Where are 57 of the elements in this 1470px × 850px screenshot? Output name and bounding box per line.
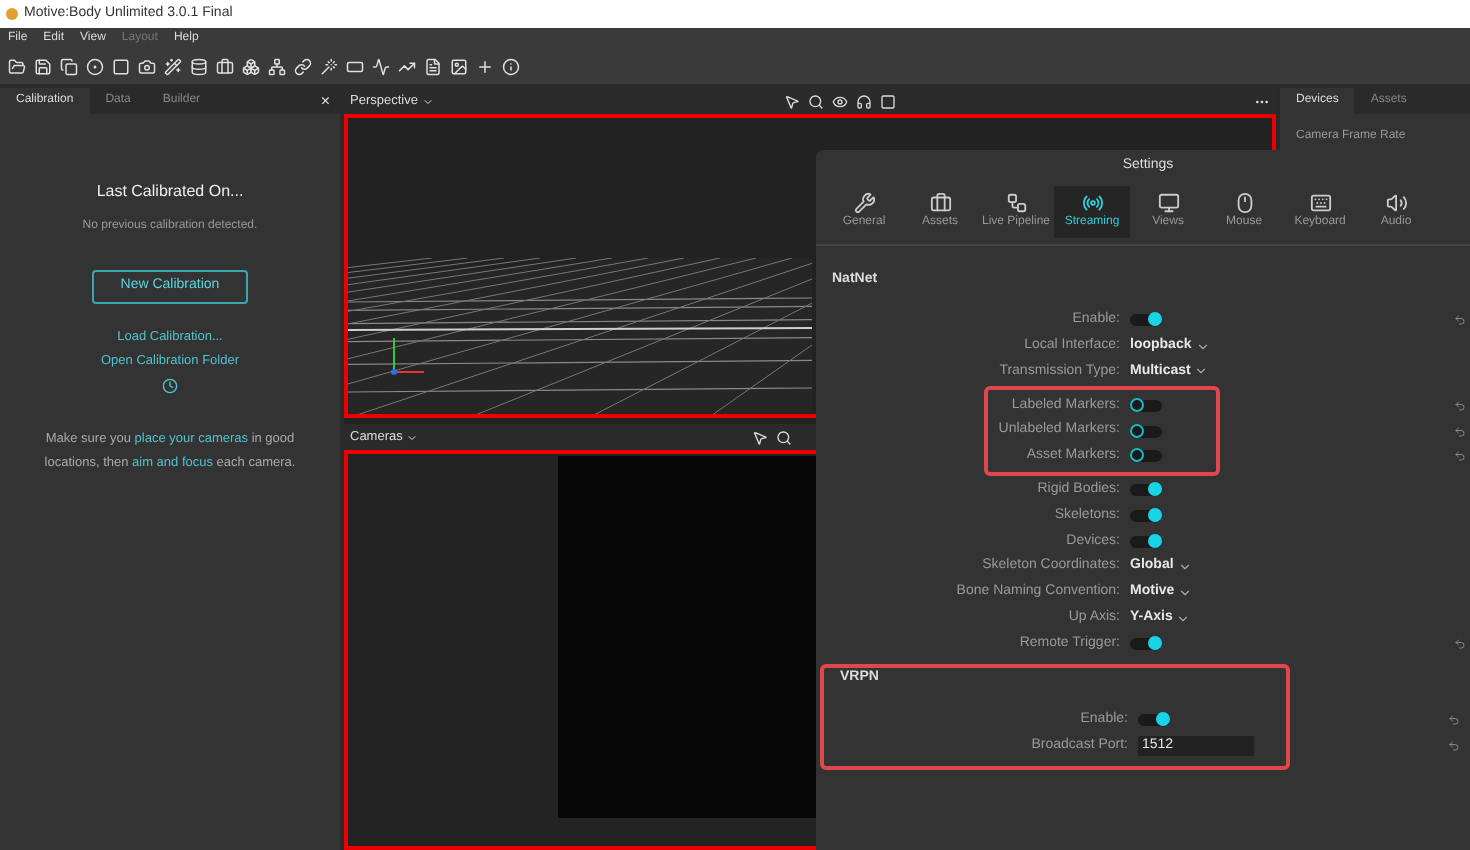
wrench-icon (853, 191, 875, 213)
wand-icon[interactable] (320, 57, 338, 75)
reset-icon[interactable] (1454, 314, 1466, 327)
rectangle-icon[interactable] (346, 57, 364, 75)
headphones-icon[interactable] (856, 93, 872, 109)
reset-icon[interactable] (1454, 399, 1466, 412)
network-icon[interactable] (268, 57, 286, 75)
selection-icon[interactable] (880, 93, 896, 109)
speaker-icon (1385, 191, 1408, 213)
toggle-switch[interactable] (1130, 314, 1162, 327)
pointer-icon[interactable] (784, 93, 800, 109)
search-icon[interactable] (776, 429, 792, 445)
reset-icon[interactable] (1454, 450, 1466, 463)
mouse-icon (1233, 191, 1256, 213)
toggle-switch[interactable] (1130, 484, 1162, 497)
copy-icon[interactable] (60, 57, 78, 75)
folder-icon[interactable] (8, 57, 26, 75)
app-logo-icon (6, 8, 18, 20)
toggle-switch[interactable] (1130, 509, 1162, 522)
info-icon[interactable] (502, 57, 520, 75)
save-icon[interactable] (34, 57, 52, 75)
boxes-icon[interactable] (242, 57, 260, 75)
link-icon[interactable] (294, 57, 312, 75)
reset-icon[interactable] (1454, 637, 1466, 650)
reset-icon[interactable] (1448, 714, 1460, 727)
keyboard-icon (1309, 191, 1332, 213)
panel-heading: Last Calibrated On... (96, 180, 244, 204)
toggle-switch[interactable] (1130, 637, 1162, 650)
stop-icon[interactable] (112, 57, 130, 75)
clock-icon (162, 377, 178, 393)
graph-icon[interactable] (398, 57, 416, 75)
chevron-icon (406, 431, 419, 443)
toggle-switch[interactable] (1130, 425, 1162, 438)
workflow-icon (1005, 191, 1028, 213)
graph-icon[interactable] (372, 57, 390, 75)
monitor-icon (1157, 191, 1180, 213)
chevron-icon (421, 95, 434, 107)
toggle-switch[interactable] (1130, 450, 1162, 463)
document-icon[interactable] (424, 57, 442, 75)
search-icon[interactable] (808, 93, 824, 109)
briefcase-icon (929, 191, 951, 213)
eye-icon[interactable] (832, 93, 848, 109)
broadcast-icon (1081, 191, 1104, 213)
pointer-icon[interactable] (752, 429, 768, 445)
wand-icon[interactable] (164, 57, 182, 75)
database-icon[interactable] (190, 57, 208, 75)
reset-icon[interactable] (1454, 425, 1466, 438)
toggle-switch[interactable] (1130, 535, 1162, 548)
toggle-switch[interactable] (1138, 714, 1170, 727)
image-icon[interactable] (450, 57, 468, 75)
camera-icon[interactable] (138, 57, 156, 75)
briefcase-icon[interactable] (216, 57, 234, 75)
toggle-switch[interactable] (1130, 399, 1162, 412)
plus-icon[interactable] (476, 57, 494, 75)
record-icon[interactable] (86, 57, 104, 75)
close-button[interactable]: × (320, 89, 340, 113)
reset-icon[interactable] (1448, 740, 1460, 753)
